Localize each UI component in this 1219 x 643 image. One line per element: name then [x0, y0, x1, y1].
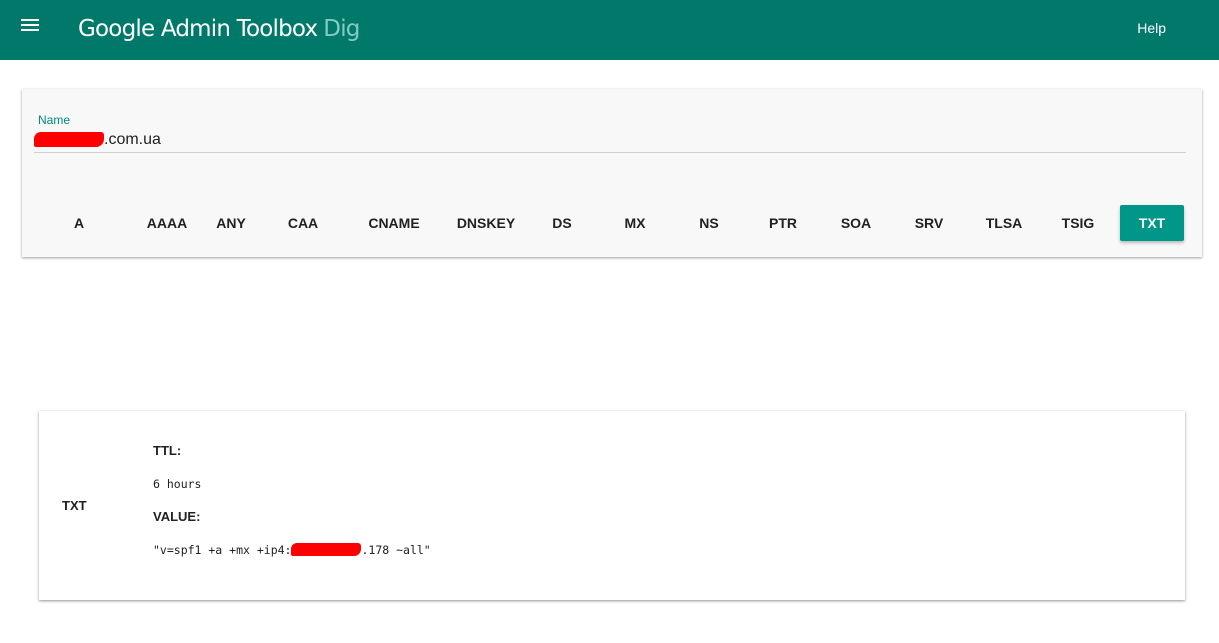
- name-input-value: .com.ua: [104, 131, 161, 148]
- help-link[interactable]: Help: [1137, 20, 1166, 36]
- redaction-mark: [34, 132, 104, 147]
- result-record-type: TXT: [62, 498, 87, 513]
- redaction-mark: [291, 543, 362, 556]
- name-field-label: Name: [38, 113, 71, 127]
- ttl-label: TTL:: [153, 443, 182, 458]
- txt-value-suffix: .178 ~all": [361, 543, 431, 557]
- record-type-selector: A AAAA ANY CAA CNAME DNSKEY DS MX NS PTR SOA SRV TLS…: [38, 205, 1188, 241]
- txt-record-value: "v=spf1 +a +mx +ip4: .178 ~all": [153, 543, 431, 557]
- app-title: Google Admin Toolbox Dig: [78, 16, 360, 42]
- query-card: Name .com.ua A AAAA ANY CAA CNAME DNSKEY DS MX N…: [22, 89, 1202, 257]
- record-type-ds-button[interactable]: DS: [530, 205, 594, 241]
- record-type-srv-button[interactable]: SRV: [894, 205, 964, 241]
- app-subtitle: Dig: [323, 16, 360, 42]
- record-type-ns-button[interactable]: NS: [676, 205, 742, 241]
- record-type-txt-button[interactable]: TXT: [1120, 205, 1184, 241]
- result-card: TXT TTL: 6 hours VALUE: "v=spf1 +a +mx +…: [39, 411, 1185, 600]
- value-label: VALUE:: [153, 509, 201, 524]
- name-input[interactable]: .com.ua: [34, 129, 1186, 153]
- record-type-mx-button[interactable]: MX: [602, 205, 668, 241]
- record-type-ptr-button[interactable]: PTR: [748, 205, 818, 241]
- record-type-soa-button[interactable]: SOA: [822, 205, 890, 241]
- record-type-dnskey-button[interactable]: DNSKEY: [436, 205, 536, 241]
- record-type-cname-button[interactable]: CNAME: [348, 205, 440, 241]
- record-type-caa-button[interactable]: CAA: [268, 205, 338, 241]
- record-type-a-button[interactable]: A: [43, 205, 115, 241]
- ttl-value: 6 hours: [153, 477, 202, 491]
- record-type-tlsa-button[interactable]: TLSA: [968, 205, 1040, 241]
- txt-value-prefix: "v=spf1 +a +mx +ip4:: [153, 543, 292, 557]
- hamburger-menu-icon[interactable]: [12, 12, 48, 40]
- record-type-any-button[interactable]: ANY: [196, 205, 266, 241]
- record-type-tsig-button[interactable]: TSIG: [1042, 205, 1114, 241]
- app-title-text: Google Admin Toolbox: [78, 16, 318, 42]
- top-app-bar: Google Admin Toolbox Dig Help: [0, 0, 1219, 60]
